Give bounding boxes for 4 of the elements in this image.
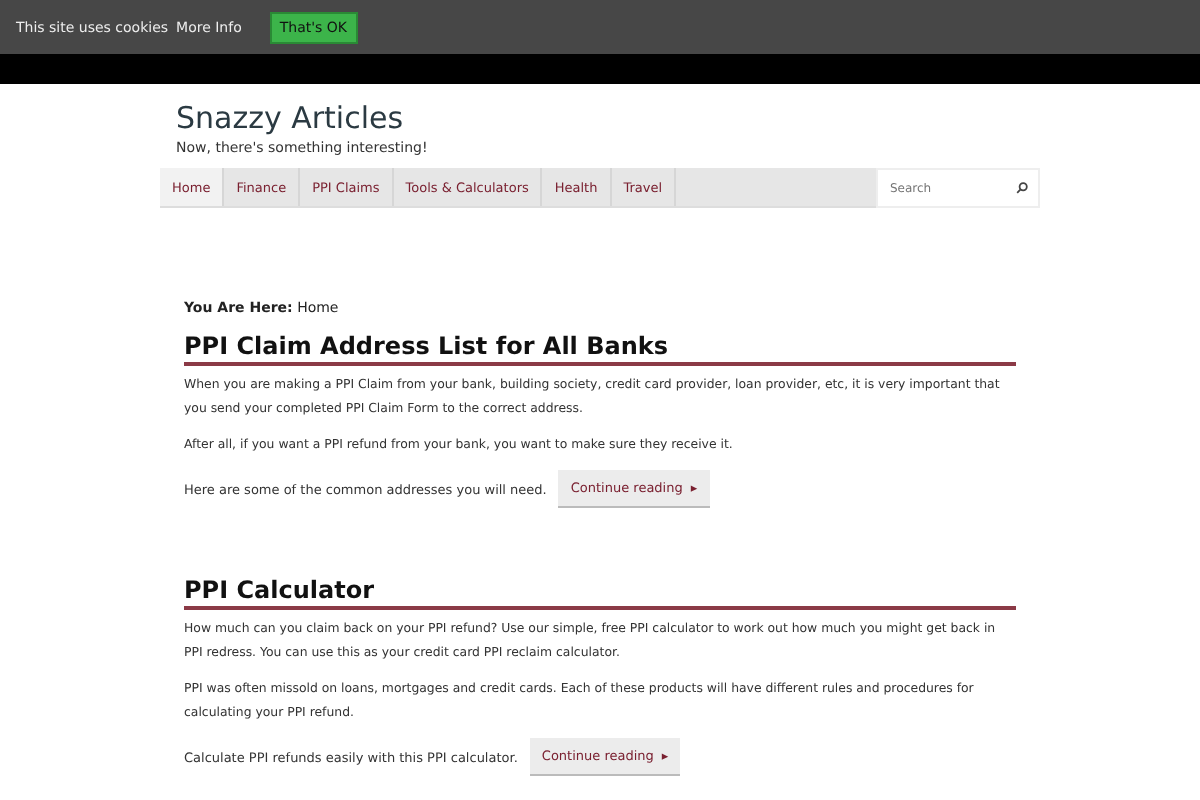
post-title[interactable]: PPI Claim Address List for All Banks [184,332,1016,366]
post-title[interactable]: PPI Calculator [184,576,1016,610]
search-icon[interactable] [1016,182,1028,194]
site-title[interactable]: Snazzy Articles [176,100,1040,136]
